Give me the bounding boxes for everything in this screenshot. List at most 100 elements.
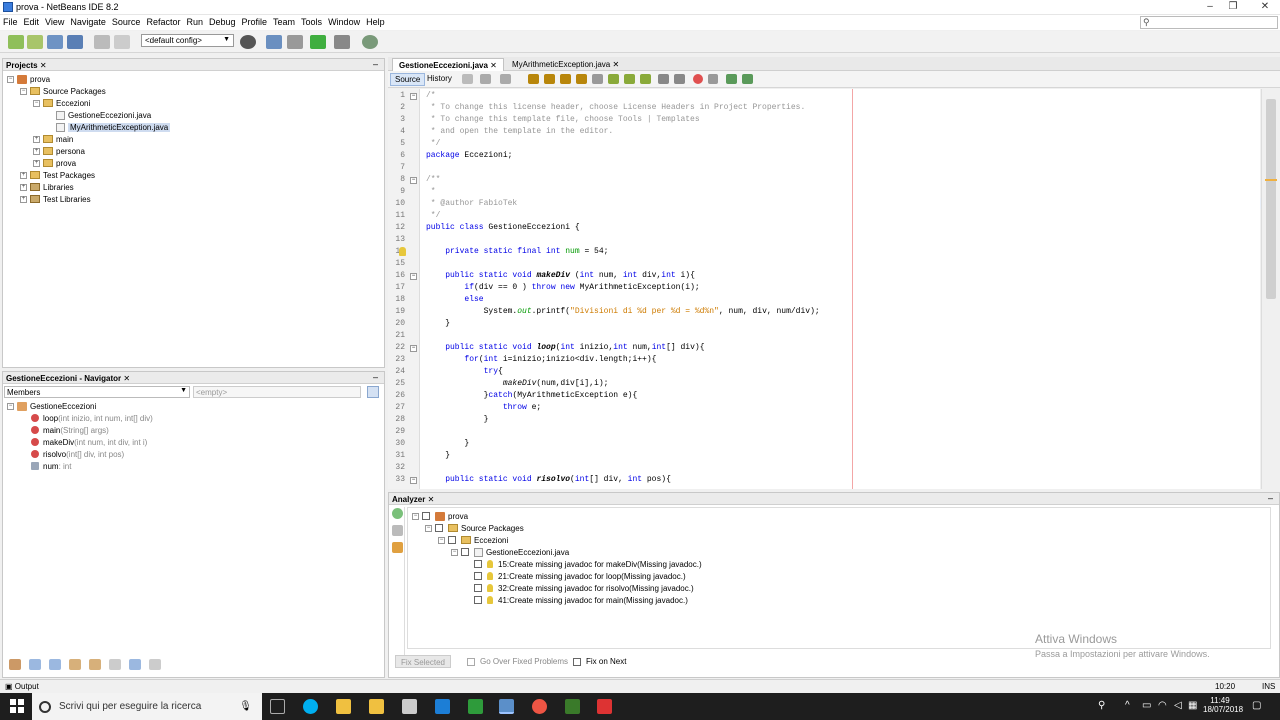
navigator-tab[interactable]: GestioneEccezioni - Navigator ✕ xyxy=(6,374,130,383)
checkbox[interactable] xyxy=(461,548,469,556)
error-stripe-mark[interactable] xyxy=(1265,179,1277,181)
editor-scrollbar[interactable] xyxy=(1261,89,1280,489)
expand-icon[interactable]: + xyxy=(33,159,40,167)
minimize-panel-icon[interactable]: – xyxy=(373,59,378,69)
file-explorer-icon[interactable] xyxy=(336,699,351,714)
analyzer-tree-item[interactable]: − GestioneEccezioni.java xyxy=(451,546,569,558)
go-over-fixed-checkbox[interactable]: Go Over Fixed Problems xyxy=(467,657,568,666)
collapse-icon[interactable]: − xyxy=(425,524,432,532)
fold-icon[interactable]: − xyxy=(410,477,417,484)
analyzer-tab[interactable]: Analyzer ✕ xyxy=(392,495,434,504)
code-line[interactable]: * and open the template in the editor. xyxy=(426,127,613,136)
store-icon[interactable] xyxy=(369,699,384,714)
collapse-icon[interactable]: − xyxy=(412,512,419,520)
save-all-icon[interactable] xyxy=(67,35,83,49)
code-line[interactable]: try{ xyxy=(426,367,503,376)
navigator-member[interactable]: makeDiv (int num, int div, int i) xyxy=(31,436,147,448)
checkbox[interactable] xyxy=(422,512,430,520)
edge-icon[interactable] xyxy=(435,699,450,714)
source-mode-button[interactable]: Source xyxy=(390,73,426,86)
find-icon[interactable] xyxy=(528,74,539,84)
navigator-root[interactable]: − GestioneEccezioni xyxy=(7,400,96,412)
navigator-member[interactable]: loop (int inizio, int num, int[] div) xyxy=(31,412,153,424)
code-line[interactable]: */ xyxy=(426,211,441,220)
expand-icon[interactable]: − xyxy=(20,87,27,95)
windows-start-icon[interactable] xyxy=(10,699,24,713)
menu-edit[interactable]: Edit xyxy=(21,15,43,29)
forward-icon[interactable] xyxy=(500,74,511,84)
members-filter-select[interactable]: Members ▼ xyxy=(4,386,190,398)
menu-run[interactable]: Run xyxy=(183,15,206,29)
menu-file[interactable]: File xyxy=(0,15,21,29)
volume-icon[interactable]: ◁ xyxy=(1174,700,1182,711)
tab-gestioneeccezioni[interactable]: GestioneEccezioni.java ✕ xyxy=(392,58,504,71)
analyzer-hint-row[interactable]: 32:Create missing javadoc for risolvo(Mi… xyxy=(464,582,694,594)
find-prev-icon[interactable] xyxy=(544,74,555,84)
checkbox[interactable] xyxy=(448,536,456,544)
analyzer-tree-item[interactable]: − Eccezioni xyxy=(438,534,508,546)
microphone-icon[interactable]: 🎙 xyxy=(239,701,252,712)
close-tab-icon[interactable]: ✕ xyxy=(490,61,497,70)
checkbox[interactable] xyxy=(467,657,475,666)
navigator-member[interactable]: risolvo (int[] div, int pos) xyxy=(31,448,124,460)
hint-bulb-icon[interactable] xyxy=(399,247,406,256)
previous-icon[interactable] xyxy=(392,525,403,536)
analyzer-hint-row[interactable]: 21:Create missing javadoc for loop(Missi… xyxy=(464,570,686,582)
analyzer-tree-item[interactable]: − Source Packages xyxy=(425,522,524,534)
collapse-icon[interactable]: − xyxy=(7,402,14,410)
expand-icon[interactable]: + xyxy=(33,147,40,155)
keyboard-icon[interactable]: ▦ xyxy=(1188,700,1197,711)
checkbox[interactable] xyxy=(474,560,482,568)
code-line[interactable]: System.out.printf("Divisioni di %d per %… xyxy=(426,307,820,316)
toggle-bookmark-icon[interactable] xyxy=(640,74,651,84)
checkbox[interactable] xyxy=(573,657,581,666)
empty-select[interactable]: <empty> xyxy=(193,386,361,398)
back-icon[interactable] xyxy=(480,74,491,84)
menu-navigate[interactable]: Navigate xyxy=(67,15,109,29)
analyzer-hint-row[interactable]: 15:Create missing javadoc for makeDiv(Mi… xyxy=(464,558,702,570)
minimize-panel-icon[interactable]: – xyxy=(373,372,378,382)
fold-icon[interactable]: − xyxy=(410,177,417,184)
filter-nonpublic-icon[interactable] xyxy=(49,659,61,670)
expand-icon[interactable]: − xyxy=(7,75,14,83)
project-tree-item[interactable]: − Source Packages xyxy=(20,85,106,97)
projects-tab[interactable]: Projects ✕ xyxy=(6,61,47,70)
new-project-icon[interactable] xyxy=(27,35,43,49)
menu-window[interactable]: Window xyxy=(325,15,363,29)
collapse-icon[interactable]: − xyxy=(451,548,458,556)
project-tree-item[interactable]: + Test Libraries xyxy=(20,193,91,205)
camtasia-icon[interactable] xyxy=(468,699,483,714)
navigator-member[interactable]: main (String[] args) xyxy=(31,424,109,436)
code-line[interactable]: public static void makeDiv (int num, int… xyxy=(426,271,695,280)
project-tree-item[interactable]: − Eccezioni xyxy=(33,97,90,109)
close-tab-icon[interactable]: ✕ xyxy=(613,60,620,69)
globe-icon[interactable] xyxy=(240,35,256,49)
project-tree-item[interactable]: + Libraries xyxy=(20,181,74,193)
code-line[interactable]: /* xyxy=(426,91,436,100)
code-line[interactable]: }catch(MyArithmeticException e){ xyxy=(426,391,638,400)
menu-help[interactable]: Help xyxy=(363,15,388,29)
start-macro-icon[interactable] xyxy=(693,74,703,84)
menu-team[interactable]: Team xyxy=(270,15,298,29)
task-view-icon[interactable] xyxy=(270,699,285,714)
notepad-icon[interactable] xyxy=(565,699,580,714)
fix-on-next-checkbox[interactable]: Fix on Next xyxy=(573,657,626,666)
filter-fields-icon[interactable] xyxy=(9,659,21,670)
analyzer-tree-item[interactable]: − prova xyxy=(412,510,468,522)
expand-icon[interactable]: + xyxy=(33,135,40,143)
minimize-button[interactable]: – xyxy=(1200,1,1220,13)
checkbox[interactable] xyxy=(474,572,482,580)
recorder-icon[interactable] xyxy=(597,699,612,714)
fix-selected-button[interactable]: Fix Selected xyxy=(395,655,451,668)
filter-static-icon[interactable] xyxy=(29,659,41,670)
code-line[interactable]: if(div == 0 ) throw new MyArithmeticExce… xyxy=(426,283,699,292)
run-icon[interactable] xyxy=(310,35,326,49)
clean-build-icon[interactable] xyxy=(287,35,303,49)
config-select[interactable]: <default config> ▼ xyxy=(141,34,234,47)
expand-icon[interactable]: + xyxy=(20,183,27,191)
filter-inherited-icon[interactable] xyxy=(69,659,81,670)
project-tree-item[interactable]: + main xyxy=(33,133,73,145)
code-line[interactable]: makeDiv(num,div[i],i); xyxy=(426,379,609,388)
menu-source[interactable]: Source xyxy=(109,15,144,29)
refresh-icon[interactable] xyxy=(392,508,403,519)
